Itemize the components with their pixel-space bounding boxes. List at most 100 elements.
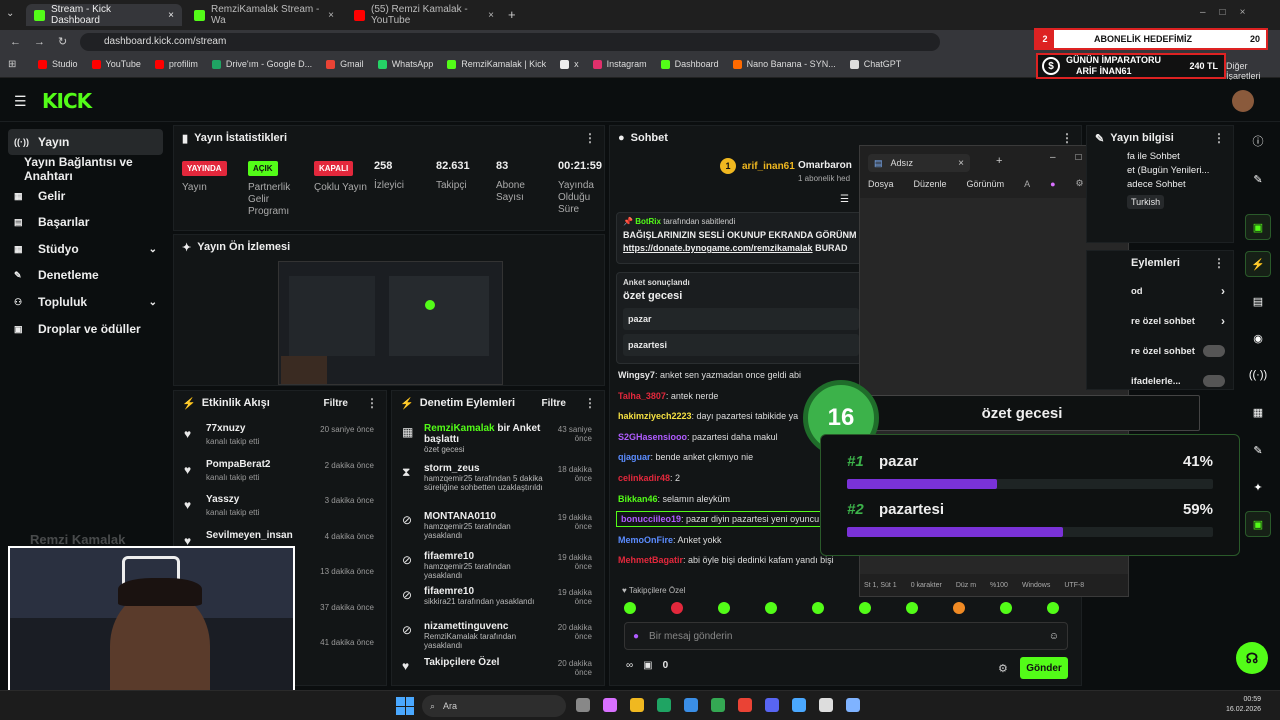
bookmark-item[interactable]: profilim [154,59,198,69]
sidebar-item-5[interactable]: ▦ Stüdyo ⌄ [8,236,163,262]
moderation-item[interactable]: ⊘ fifaemre10 hamzqemir25 tarafından yasakl… [400,551,596,591]
edit-icon[interactable]: ✎ [1245,166,1271,192]
windows-start-icon[interactable] [396,697,414,715]
points-icon[interactable]: ∞ [626,660,633,671]
bookmark-item[interactable]: Instagram [592,59,647,69]
taskbar-app-icon[interactable] [576,698,590,712]
bookmark-item[interactable]: RemziKamalak | Kick [447,59,546,69]
chat-username[interactable]: bonucciileo19 [621,514,681,524]
new-tab-button[interactable]: + [508,7,516,22]
chat-message[interactable]: MehmetBagatir: abi öyle bişi dedinki kaf… [618,555,834,565]
url-field[interactable]: dashboard.kick.com/stream [80,33,940,51]
stream-preview-video[interactable] [278,261,503,385]
close-icon[interactable]: × [488,10,494,21]
send-button[interactable]: Gönder [1020,657,1068,679]
action-item[interactable]: ifadelerle... [1131,371,1225,389]
window-controls[interactable]: –□× [1200,7,1259,18]
layout-icon[interactable]: ▦ [1245,399,1271,425]
chat-username[interactable]: MemoOnFire [618,535,673,545]
list-icon[interactable]: ▤ [1245,288,1271,314]
activity-item[interactable]: ♥ Yasszy kanalı takip etti 3 dakika önce [182,494,378,528]
chat-username[interactable]: Bikkan46 [618,494,658,504]
action-item[interactable]: re özel sohbet › [1131,311,1225,331]
filter-button[interactable]: Filtre [542,398,566,409]
moderation-item[interactable]: ▦ RemziKamalak bir Anket başlattı özet gec… [400,423,596,463]
more-icon[interactable]: ⋮ [1061,131,1073,145]
chat-username[interactable]: S2GHasensiooo [618,432,687,442]
filter-button[interactable]: Filtre [324,398,348,409]
moderation-item[interactable]: ⧗ storm_zeus hamzqemir25 tarafından 5 daki… [400,463,596,503]
taskbar-app-icon[interactable] [630,698,644,712]
taskbar-app-icon[interactable] [603,698,617,712]
emote-icon[interactable] [812,602,824,614]
copilot-icon[interactable]: ● [1050,179,1055,189]
emote-icon[interactable] [765,602,777,614]
heading-icon[interactable]: A [1024,179,1030,189]
tab-kick-dashboard[interactable]: Stream - Kick Dashboard × [26,4,182,26]
sidebar-item-8[interactable]: ▣ Droplar ve ödüller [8,316,163,342]
drops-icon[interactable]: ✦ [1245,474,1271,500]
bookmark-item[interactable]: ChatGPT [849,59,901,69]
sidebar-item-6[interactable]: ✎ Denetleme [8,262,163,288]
tab-search-icon[interactable]: ⌄ [6,8,14,19]
bookmark-item[interactable]: Drive'ım - Google D... [211,59,312,69]
menu-edit[interactable]: Düzenle [914,179,947,189]
notepad-tab[interactable]: ▤ Adsız × [868,154,970,172]
sidebar-item-1[interactable]: ((·)) Yayın [8,129,163,155]
taskbar-search[interactable]: ⌕ Ara [422,695,566,717]
chat-username[interactable]: Talha_3807 [618,391,666,401]
chat-input[interactable]: ● Bir mesaj gönderin ☺ [624,622,1068,650]
chat-message[interactable]: S2GHasensiooo: pazartesi daha makul [618,432,778,442]
wrench-icon[interactable]: ✎ [1245,437,1271,463]
chat-username[interactable]: Wingsy7 [618,370,655,380]
bolt-icon[interactable]: ⚡ [1245,251,1271,277]
menu-view[interactable]: Görünüm [967,179,1005,189]
settings-icon[interactable]: ⚙ [998,662,1008,675]
emote-icon[interactable] [671,602,683,614]
emoji-icon[interactable]: ☺ [1049,631,1059,642]
chat-icon[interactable]: ◉ [1245,325,1271,351]
info-icon[interactable]: ⓘ [1245,128,1271,154]
gift-icon[interactable]: ▣ [643,660,652,671]
taskbar-app-icon[interactable] [711,698,725,712]
emote-icon[interactable] [906,602,918,614]
bookmark-item[interactable]: Dashboard [660,59,719,69]
emote-icon[interactable] [718,602,730,614]
action-item[interactable]: od › [1131,281,1225,301]
moderation-item[interactable]: ♥ Takipçilere Özel 20 dakika önce [400,657,596,685]
emote-icon[interactable] [1000,602,1012,614]
app-icon[interactable]: ▣ [1245,511,1271,537]
top-supporter[interactable]: 1 arif_inan61 [720,158,795,174]
sidebar-item-3[interactable]: ▦ Gelir [8,183,163,209]
more-icon[interactable]: ⋮ [584,396,596,410]
chat-message[interactable]: Wingsy7: anket sen yazmadan once geldi a… [618,370,801,380]
taskbar-app-icon[interactable] [792,698,806,712]
toggle-switch[interactable] [1203,345,1225,357]
taskbar-app-icon[interactable] [657,698,671,712]
nav-buttons[interactable]: ←→↻ [10,35,80,48]
chat-username[interactable]: MehmetBagatir [618,555,683,565]
broadcast-icon[interactable]: ((·)) [1245,362,1271,388]
activity-item[interactable]: ♥ 77xnuzy kanalı takip etti 20 saniye önce [182,423,378,457]
close-icon[interactable]: × [328,10,334,21]
filter-icon[interactable]: ☰ [840,194,849,205]
chat-message[interactable]: bonucciileo19: pazar diyin pazartesi yen… [616,511,825,528]
chat-message[interactable]: MemoOnFire: Anket yokk [618,535,722,545]
chat-message[interactable]: hakimziyech2223: dayı pazartesi tabikide… [618,411,798,421]
more-icon[interactable]: ⋮ [366,396,378,410]
moderation-item[interactable]: ⊘ MONTANA0110 hamzqemir25 tarafından yasak… [400,511,596,551]
more-icon[interactable]: ⋮ [584,131,596,145]
taskbar-app-icon[interactable] [738,698,752,712]
emote-icon[interactable] [624,602,636,614]
close-icon[interactable]: × [168,10,174,21]
taskbar-app-icon[interactable] [684,698,698,712]
taskbar-app-icon[interactable] [819,698,833,712]
emote-icon[interactable] [1047,602,1059,614]
kick-logo[interactable]: KICK [42,89,92,113]
apps-icon[interactable]: ⊞ [8,59,16,70]
settings-icon[interactable]: ⚙ [1076,178,1084,189]
taskbar-app-icon[interactable] [846,698,860,712]
bookmark-item[interactable]: YouTube [91,59,141,69]
other-bookmarks[interactable]: Diğer İşaretleri [1226,61,1280,81]
chat-username[interactable]: celinkadir48 [618,473,670,483]
